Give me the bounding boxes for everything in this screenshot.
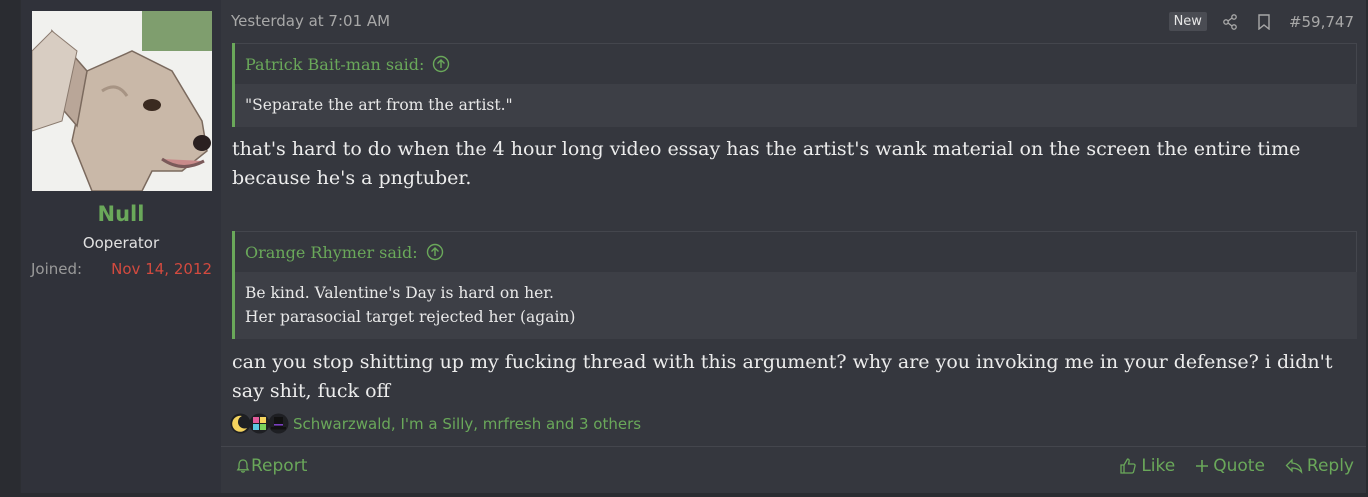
share-icon[interactable]	[1221, 13, 1239, 31]
message-text: that's hard to do when the 4 hour long v…	[232, 138, 1301, 189]
quote-label: Quote	[1213, 456, 1265, 476]
moon-icon	[230, 413, 251, 434]
avatar-dog-image	[32, 11, 212, 191]
post-timestamp[interactable]: Yesterday at 7:01 AM	[231, 12, 390, 30]
puzzle-icon	[249, 413, 270, 434]
like-label: Like	[1141, 456, 1176, 476]
like-button[interactable]: Like	[1119, 456, 1175, 476]
reaction-users[interactable]: Schwarzwald, I'm a Silly, mrfresh and 3 …	[293, 415, 641, 433]
post-footer: Report Like Quote Reply	[221, 446, 1366, 494]
avatar[interactable]	[32, 11, 212, 191]
arrow-up-circle-icon[interactable]	[432, 55, 450, 73]
arrow-up-circle-icon[interactable]	[426, 243, 444, 261]
bookmark-icon[interactable]	[1255, 13, 1273, 31]
top-hat-icon	[268, 413, 289, 434]
post-actions: Like Quote Reply	[1119, 456, 1354, 476]
quote-body: "Separate the art from the artist."	[235, 84, 1357, 127]
username[interactable]: Null	[21, 202, 221, 226]
report-label: Report	[251, 456, 308, 476]
post-main: Yesterday at 7:01 AM New #59,747 Patrick…	[221, 0, 1366, 493]
reply-arrow-icon	[1285, 458, 1303, 474]
quote-header[interactable]: Patrick Bait-man said:	[235, 43, 1357, 84]
plus-icon	[1196, 460, 1209, 472]
post-meta: New #59,747	[1168, 12, 1354, 31]
message-text: can you stop shitting up my fucking thre…	[232, 351, 1333, 402]
joined-date: Nov 14, 2012	[111, 260, 212, 278]
thumbs-up-icon	[1120, 458, 1137, 474]
bell-icon	[236, 459, 250, 473]
user-cell: Null Ooperator Joined: Nov 14, 2012	[21, 0, 221, 493]
quote-line: Her parasocial target rejected her (agai…	[245, 308, 576, 326]
quote-header[interactable]: Orange Rhymer said:	[235, 231, 1357, 272]
quote-line: "Separate the art from the artist."	[245, 96, 513, 114]
quote-block: Orange Rhymer said: Be kind. Valentine's…	[232, 231, 1357, 339]
user-title: Ooperator	[82, 234, 160, 252]
quote-author[interactable]: Patrick Bait-man said:	[245, 55, 424, 74]
quote-button[interactable]: Quote	[1195, 456, 1265, 476]
quote-line: Be kind. Valentine's Day is hard on her.	[245, 284, 554, 302]
joined-label: Joined:	[31, 260, 83, 278]
post-number[interactable]: #59,747	[1289, 13, 1354, 31]
quote-author[interactable]: Orange Rhymer said:	[245, 243, 418, 262]
quote-body: Be kind. Valentine's Day is hard on her.…	[235, 272, 1357, 339]
quote-block: Patrick Bait-man said: "Separate the art…	[232, 43, 1357, 127]
reply-button[interactable]: Reply	[1285, 456, 1354, 476]
post-container: Null Ooperator Joined: Nov 14, 2012 Yest…	[20, 0, 1366, 493]
new-badge: New	[1168, 12, 1207, 31]
report-button[interactable]: Report	[235, 456, 307, 476]
reactions-bar[interactable]: Schwarzwald, I'm a Silly, mrfresh and 3 …	[230, 413, 641, 434]
reply-label: Reply	[1306, 456, 1354, 476]
